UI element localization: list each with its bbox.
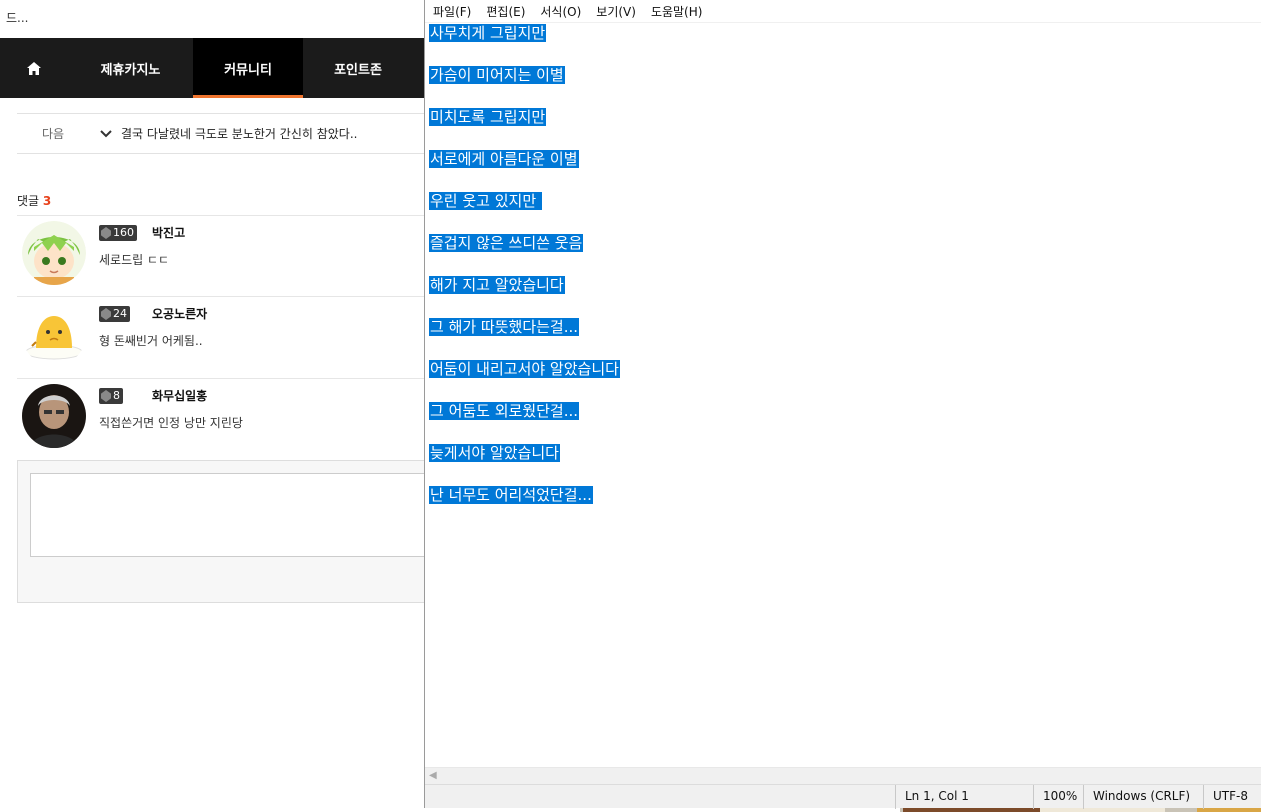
selected-text: 가슴이 미어지는 이별 [429, 66, 565, 84]
zoom-level: 100% [1033, 785, 1083, 809]
man-photo-avatar[interactable] [22, 384, 86, 448]
comment-text: 세로드립 ㄷㄷ [99, 253, 170, 267]
scroll-left-arrow-icon[interactable]: ◀ [429, 770, 437, 781]
comments-label: 댓글 [17, 194, 40, 208]
commenter-name[interactable]: 화무십일홍 [152, 387, 207, 404]
text-line: 해가 지고 알았습니다 [429, 275, 1261, 317]
nav-point-zone[interactable]: 포인트존 [303, 38, 413, 98]
text-line: 즐겁지 않은 쓰디쓴 웃음 [429, 233, 1261, 275]
text-line: 가슴이 미어지는 이별 [429, 65, 1261, 107]
menu-view[interactable]: 보기(V) [596, 1, 636, 22]
encoding: UTF-8 [1203, 785, 1261, 809]
selected-text: 사무치게 그립지만 [429, 24, 547, 42]
reply-textarea[interactable] [30, 473, 431, 557]
status-bar: Ln 1, Col 1 100% Windows (CRLF) UTF-8 [425, 784, 1261, 809]
page-title: 드... [6, 11, 29, 25]
commenter-name[interactable]: 박진고 [152, 224, 185, 241]
home-icon [27, 61, 41, 75]
next-label: 다음 [41, 127, 65, 141]
line-ending: Windows (CRLF) [1083, 785, 1203, 809]
level-badge: 24 [99, 306, 130, 322]
menu-edit[interactable]: 편집(E) [486, 1, 525, 22]
selected-text: 그 어둠도 외로웠단걸... [429, 402, 580, 420]
selected-text: 미치도록 그립지만 [429, 108, 547, 126]
selected-text: 어둠이 내리고서야 알았습니다 [429, 360, 620, 378]
comment-text: 형 돈쌔빈거 어케됨.. [99, 334, 203, 348]
next-post-row[interactable]: 다음 결국 다날렸네 극도로 분노한거 간신히 참았다.. [17, 113, 430, 154]
green-hair-character-avatar[interactable] [22, 221, 86, 285]
selected-text: 서로에게 아름다운 이별 [429, 150, 579, 168]
menu-file[interactable]: 파일(F) [433, 1, 471, 22]
menu-help[interactable]: 도움말(H) [651, 1, 703, 22]
level-badge: 160 [99, 225, 137, 241]
next-post-title[interactable]: 결국 다날렸네 극도로 분노한거 간신히 참았다.. [121, 125, 357, 142]
text-editor-area[interactable]: 사무치게 그립지만 가슴이 미어지는 이별 미치도록 그립지만 서로에게 아름다… [425, 23, 1261, 767]
nav-community[interactable]: 커뮤니티 [193, 38, 303, 98]
selected-text: 즐겁지 않은 쓰디쓴 웃음 [429, 234, 584, 252]
notepad-window: 파일(F) 편집(E) 서식(O) 보기(V) 도움말(H) 사무치게 그립지만… [424, 0, 1261, 809]
comments-count: 3 [42, 194, 52, 208]
comment-item: 8 화무십일홍 직접쓴거면 인정 낭만 지린당 [17, 378, 430, 460]
menu-format[interactable]: 서식(O) [540, 1, 581, 22]
level-badge: 8 [99, 388, 123, 404]
comment-item: 24 오공노른자 형 돈쌔빈거 어케됨.. [17, 296, 430, 378]
reply-box [17, 460, 431, 603]
text-line: 난 너무도 어리석었단걸... [429, 485, 1261, 527]
cursor-position: Ln 1, Col 1 [895, 785, 1033, 809]
egg-yolk-avatar[interactable] [22, 302, 86, 366]
horizontal-scrollbar[interactable]: ◀ [425, 767, 1261, 784]
text-line: 우린 웃고 있지만 [429, 191, 1261, 233]
selected-text: 난 너무도 어리석었단걸... [429, 486, 593, 504]
text-line: 사무치게 그립지만 [429, 23, 1261, 65]
top-navigation: 제휴카지노 커뮤니티 포인트존 [0, 38, 430, 98]
commenter-name[interactable]: 오공노른자 [152, 305, 207, 322]
comment-item: 160 박진고 세로드립 ㄷㄷ [17, 215, 430, 297]
selected-text: 늦게서야 알았습니다 [429, 444, 560, 462]
text-line: 늦게서야 알았습니다 [429, 443, 1261, 485]
text-line: 서로에게 아름다운 이별 [429, 149, 1261, 191]
text-line: 미치도록 그립지만 [429, 107, 1261, 149]
text-line: 그 어둠도 외로웠단걸... [429, 401, 1261, 443]
nav-partner-casino[interactable]: 제휴카지노 [68, 38, 193, 98]
chevron-down-icon [100, 129, 112, 137]
comment-text: 직접쓴거면 인정 낭만 지린당 [99, 416, 243, 430]
text-line: 그 해가 따뜻했다는걸... [429, 317, 1261, 359]
text-line: 어둠이 내리고서야 알았습니다 [429, 359, 1261, 401]
comments-header: 댓글 3 [17, 192, 51, 209]
menu-bar: 파일(F) 편집(E) 서식(O) 보기(V) 도움말(H) [425, 0, 1261, 23]
selected-text: 그 해가 따뜻했다는걸... [429, 318, 580, 336]
nav-home[interactable] [0, 38, 68, 98]
selected-text: 우린 웃고 있지만 [429, 192, 542, 210]
selected-text: 해가 지고 알았습니다 [429, 276, 565, 294]
